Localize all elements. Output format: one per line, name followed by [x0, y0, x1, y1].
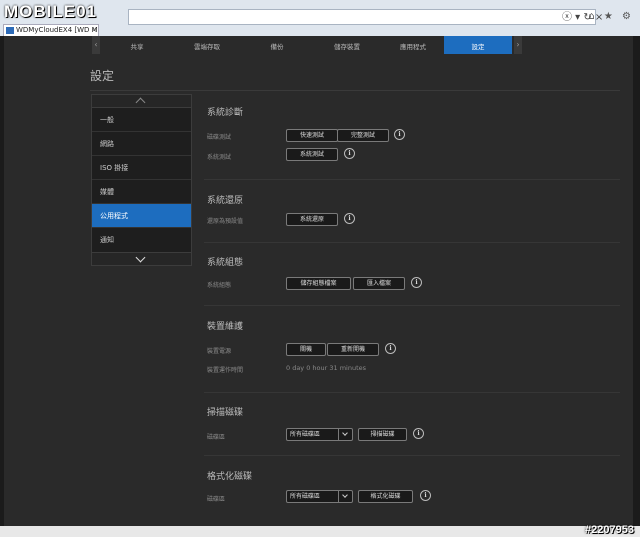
info-icon[interactable]: i: [413, 428, 424, 439]
reboot-button[interactable]: 重新開機: [327, 343, 379, 356]
section-divider: [204, 242, 620, 243]
chevron-down-icon: [135, 252, 146, 263]
format-volume-select[interactable]: 所有磁碟區: [286, 490, 353, 503]
scan-volume-select[interactable]: 所有磁碟區: [286, 428, 353, 441]
nav-item-storage[interactable]: 儲存裝置: [312, 36, 382, 54]
shutdown-button[interactable]: 關機: [286, 343, 326, 356]
nav-item-cloud-access[interactable]: 雲端存取: [172, 36, 242, 54]
system-restore-button[interactable]: 系統還原: [286, 213, 338, 226]
disk-test-label: 磁碟測試: [207, 134, 232, 141]
info-icon[interactable]: i: [385, 343, 396, 354]
section-title-config: 系統組態: [207, 258, 244, 268]
browser-toolbar-icons[interactable]: ⌂ ★ ⚙: [588, 11, 634, 22]
section-title-maintenance: 裝置維護: [207, 322, 244, 332]
sidebar-scroll-down[interactable]: [92, 252, 191, 265]
window-bottom-edge: [0, 526, 640, 537]
import-config-button[interactable]: 匯入檔案: [353, 277, 405, 290]
browser-chrome: MOBILE01 ⓧ ▾ ↻ × ⌂ ★ ⚙ WDMyCloudEX4 [WD …: [0, 0, 640, 36]
sidebar-item-general[interactable]: 一般: [92, 108, 191, 132]
section-title-restore: 系統還原: [207, 196, 244, 206]
system-test-button[interactable]: 系統測試: [286, 148, 338, 161]
sidebar-item-utilities[interactable]: 公用程式: [92, 204, 191, 228]
section-divider: [204, 392, 620, 393]
info-icon[interactable]: i: [344, 148, 355, 159]
nav-scroll-right[interactable]: ›: [514, 36, 522, 54]
browser-tab-title: WDMyCloudEX4 [WD My...: [16, 26, 99, 34]
wd-favicon-icon: [6, 27, 14, 34]
chevron-up-icon: [135, 97, 146, 108]
sidebar-item-notifications[interactable]: 通知: [92, 228, 191, 252]
sidebar-item-iso-mount[interactable]: ISO 掛接: [92, 156, 191, 180]
section-title-diagnostics: 系統診斷: [207, 108, 244, 118]
title-divider: [90, 90, 620, 91]
address-bar[interactable]: [128, 9, 596, 25]
image-id-stamp: #2207953: [585, 524, 634, 536]
browser-tab[interactable]: WDMyCloudEX4 [WD My... ×: [3, 24, 99, 36]
sidebar-scroll-up[interactable]: [92, 95, 191, 108]
sidebar-item-network[interactable]: 網路: [92, 132, 191, 156]
section-divider: [204, 305, 620, 306]
info-icon[interactable]: i: [411, 277, 422, 288]
format-volume-selected: 所有磁碟區: [290, 493, 321, 500]
settings-sidebar: 一般 網路 ISO 掛接 媒體 公用程式 通知: [91, 94, 192, 266]
nav-scroll-left[interactable]: ‹: [92, 36, 100, 54]
format-volume-label: 磁碟區: [207, 496, 226, 503]
section-title-format-disk: 格式化磁碟: [207, 472, 253, 482]
info-icon[interactable]: i: [420, 490, 431, 501]
quick-test-button[interactable]: 快速測試: [286, 129, 338, 142]
nav-item-apps[interactable]: 應用程式: [382, 36, 444, 54]
nav-item-share[interactable]: 共享: [102, 36, 172, 54]
chevron-down-icon: [338, 491, 352, 502]
section-divider: [204, 179, 620, 180]
uptime-label: 裝置運作時間: [207, 367, 244, 374]
section-divider: [204, 455, 620, 456]
info-icon[interactable]: i: [394, 129, 405, 140]
close-tab-icon[interactable]: ×: [91, 25, 97, 36]
device-power-label: 裝置電源: [207, 348, 232, 355]
top-navigation: ‹ 共享 雲端存取 備份 儲存裝置 應用程式 設定 ›: [92, 36, 522, 54]
nav-item-backup[interactable]: 備份: [242, 36, 312, 54]
info-icon[interactable]: i: [344, 213, 355, 224]
format-disk-button[interactable]: 格式化磁碟: [358, 490, 413, 503]
scan-volume-label: 磁碟區: [207, 434, 226, 441]
save-config-button[interactable]: 儲存組態檔案: [286, 277, 351, 290]
scan-disk-button[interactable]: 掃描磁碟: [358, 428, 407, 441]
nav-item-settings[interactable]: 設定: [444, 36, 512, 54]
restore-defaults-label: 還原為預設值: [207, 218, 244, 225]
app-window: ‹ 共享 雲端存取 備份 儲存裝置 應用程式 設定 › 設定 一般 網路 ISO…: [4, 36, 633, 526]
config-label: 系統組態: [207, 282, 232, 289]
full-test-button[interactable]: 完整測試: [337, 129, 389, 142]
chevron-down-icon: [338, 429, 352, 440]
mobile01-watermark: MOBILE01: [4, 2, 98, 21]
section-title-scan-disk: 掃描磁碟: [207, 408, 244, 418]
system-test-label: 系統測試: [207, 154, 232, 161]
page-title: 設定: [90, 69, 115, 83]
sidebar-item-media[interactable]: 媒體: [92, 180, 191, 204]
scan-volume-selected: 所有磁碟區: [290, 431, 321, 438]
uptime-value: 0 day 0 hour 31 minutes: [286, 364, 367, 372]
